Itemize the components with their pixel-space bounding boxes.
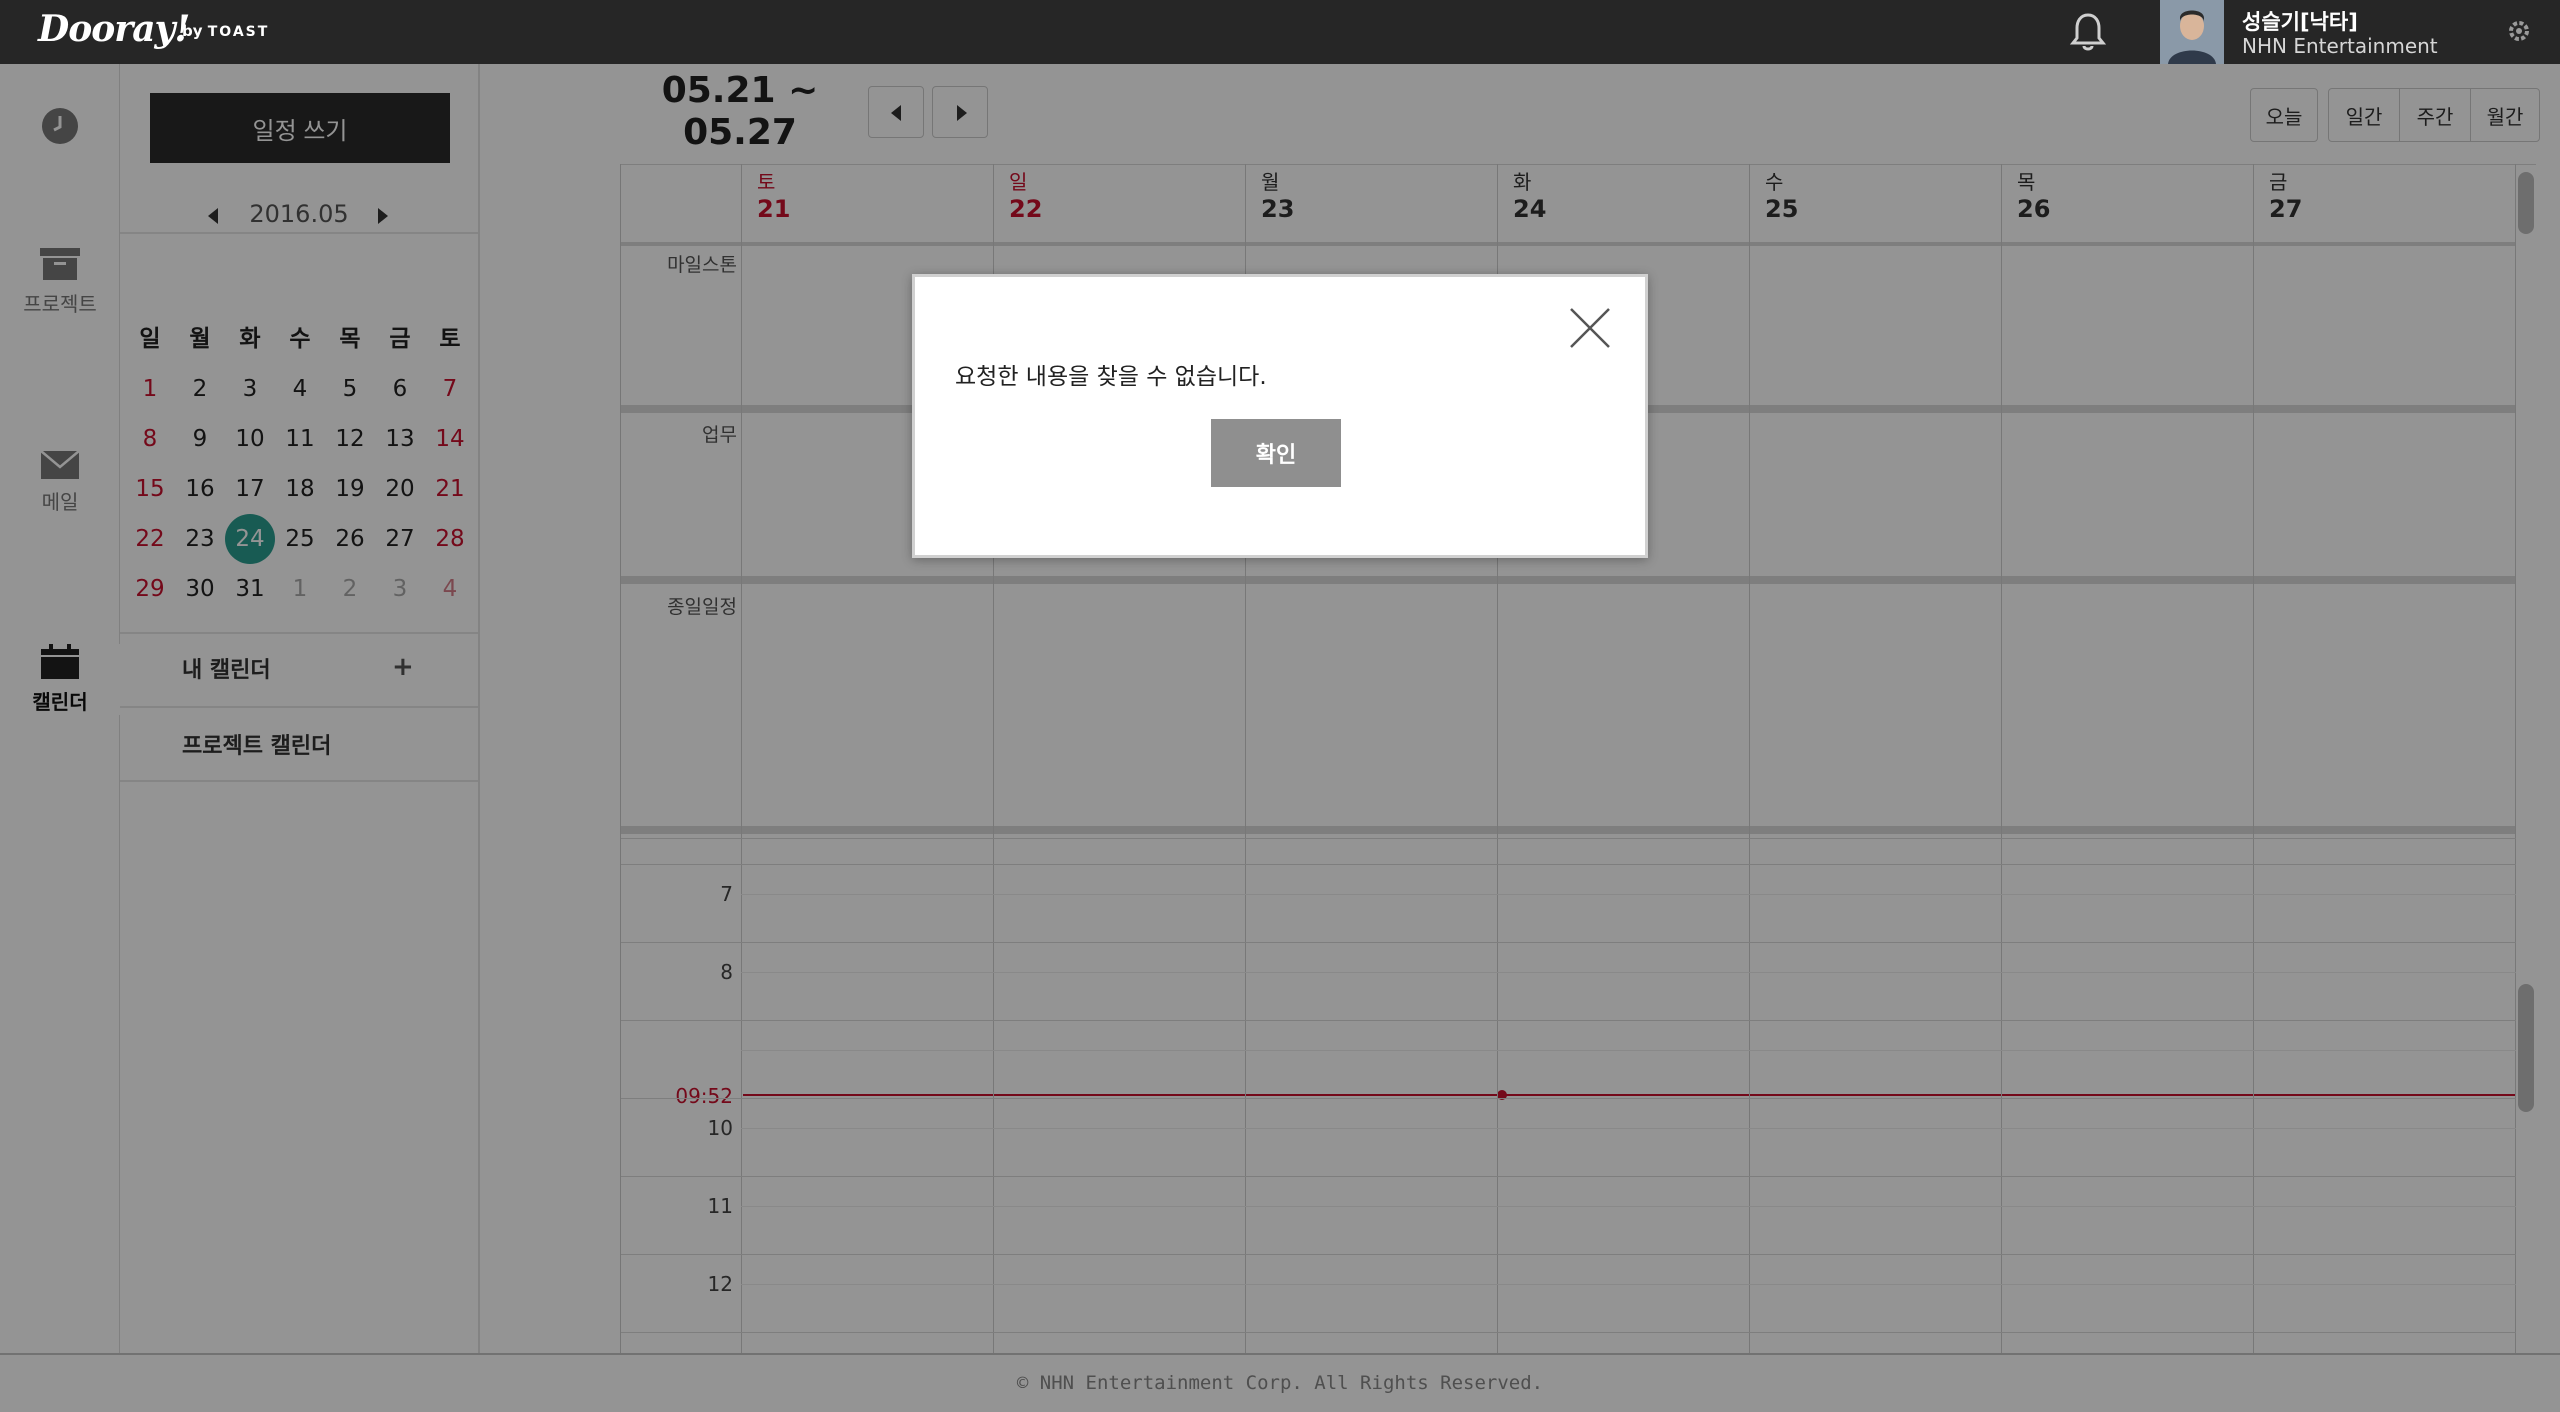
modal-overlay[interactable] bbox=[0, 64, 2560, 1412]
dialog-message: 요청한 내용을 찾을 수 없습니다. bbox=[955, 364, 1267, 390]
alert-dialog: 요청한 내용을 찾을 수 없습니다. 확인 bbox=[912, 274, 1648, 558]
top-bar: Dooray! by TOAST 성슬기[낙타] NHN Entertainme… bbox=[0, 0, 2560, 64]
close-icon[interactable] bbox=[1567, 305, 1613, 351]
confirm-button[interactable]: 확인 bbox=[1211, 419, 1341, 487]
dooray-logo[interactable]: Dooray! bbox=[38, 8, 190, 50]
logo-by-text: by bbox=[182, 22, 203, 40]
logo-byline: by TOAST bbox=[182, 22, 269, 40]
user-name[interactable]: 성슬기[낙타] bbox=[2242, 6, 2358, 36]
user-org: NHN Entertainment bbox=[2242, 34, 2438, 58]
avatar[interactable] bbox=[2160, 0, 2224, 64]
avatar-image bbox=[2160, 0, 2224, 64]
bell-icon[interactable] bbox=[2068, 10, 2108, 54]
gear-icon[interactable] bbox=[2506, 18, 2532, 44]
logo-brand: TOAST bbox=[207, 24, 270, 40]
